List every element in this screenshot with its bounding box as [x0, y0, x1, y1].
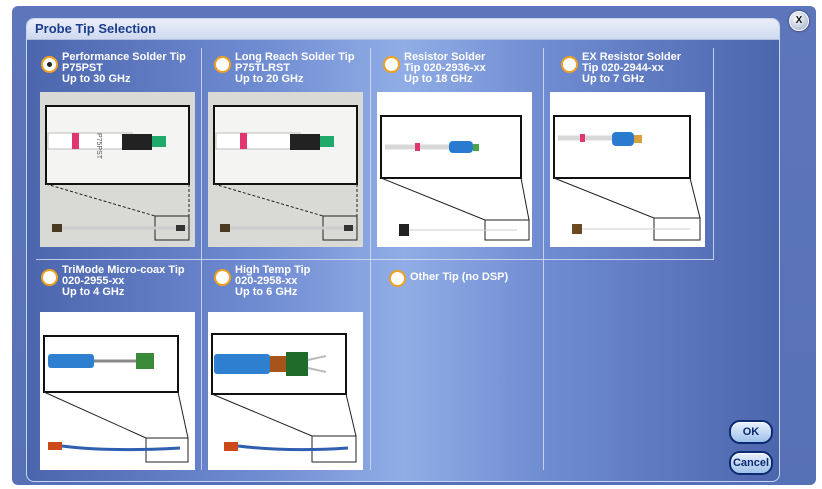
probe-tip-photo [40, 312, 195, 470]
option-bandwidth: Up to 4 GHz [62, 286, 125, 298]
option-other-tip[interactable]: Other Tip (no DSP) [389, 270, 508, 287]
probe-tip-photo [208, 312, 363, 470]
cancel-button[interactable]: Cancel [729, 451, 773, 475]
option-name: Other Tip (no DSP) [410, 271, 509, 283]
photo-label: P75PST [95, 133, 102, 160]
radio-button[interactable] [214, 269, 231, 286]
option-bandwidth: Up to 18 GHz [404, 73, 473, 85]
option-long-reach-solder-tip[interactable]: Long Reach Solder Tip P75TLRST Up to 20 … [214, 52, 355, 85]
radio-button[interactable] [41, 269, 58, 286]
radio-button[interactable] [383, 56, 400, 73]
ok-button[interactable]: OK [729, 420, 773, 444]
probe-tip-photo: P75PST [40, 92, 195, 247]
option-resistor-solder-tip[interactable]: Resistor Solder Tip 020-2936-xx Up to 18… [383, 52, 486, 85]
probe-tip-photo [208, 92, 363, 247]
close-button[interactable]: X [789, 11, 809, 31]
dialog-title: Probe Tip Selection [35, 21, 157, 36]
option-high-temp-tip[interactable]: High Temp Tip 020-2958-xx Up to 6 GHz [214, 265, 310, 298]
option-performance-solder-tip[interactable]: Performance Solder Tip P75PST Up to 30 G… [41, 52, 186, 85]
option-trimode-micro-coax-tip[interactable]: TriMode Micro-coax Tip 020-2955-xx Up to… [41, 265, 185, 298]
option-bandwidth: Up to 7 GHz [582, 73, 645, 85]
radio-button[interactable] [561, 56, 578, 73]
probe-tip-photo [377, 92, 532, 247]
radio-button[interactable] [389, 270, 406, 287]
probe-tip-photo [550, 92, 705, 247]
option-bandwidth: Up to 30 GHz [62, 73, 131, 85]
radio-button-selected[interactable] [41, 56, 58, 73]
option-ex-resistor-solder-tip[interactable]: EX Resistor Solder Tip 020-2944-xx Up to… [561, 52, 681, 85]
column-divider [713, 48, 714, 260]
radio-button[interactable] [214, 56, 231, 73]
option-bandwidth: Up to 6 GHz [235, 286, 298, 298]
dialog-titlebar: Probe Tip Selection [27, 19, 779, 40]
row-divider [36, 259, 714, 260]
option-bandwidth: Up to 20 GHz [235, 73, 304, 85]
